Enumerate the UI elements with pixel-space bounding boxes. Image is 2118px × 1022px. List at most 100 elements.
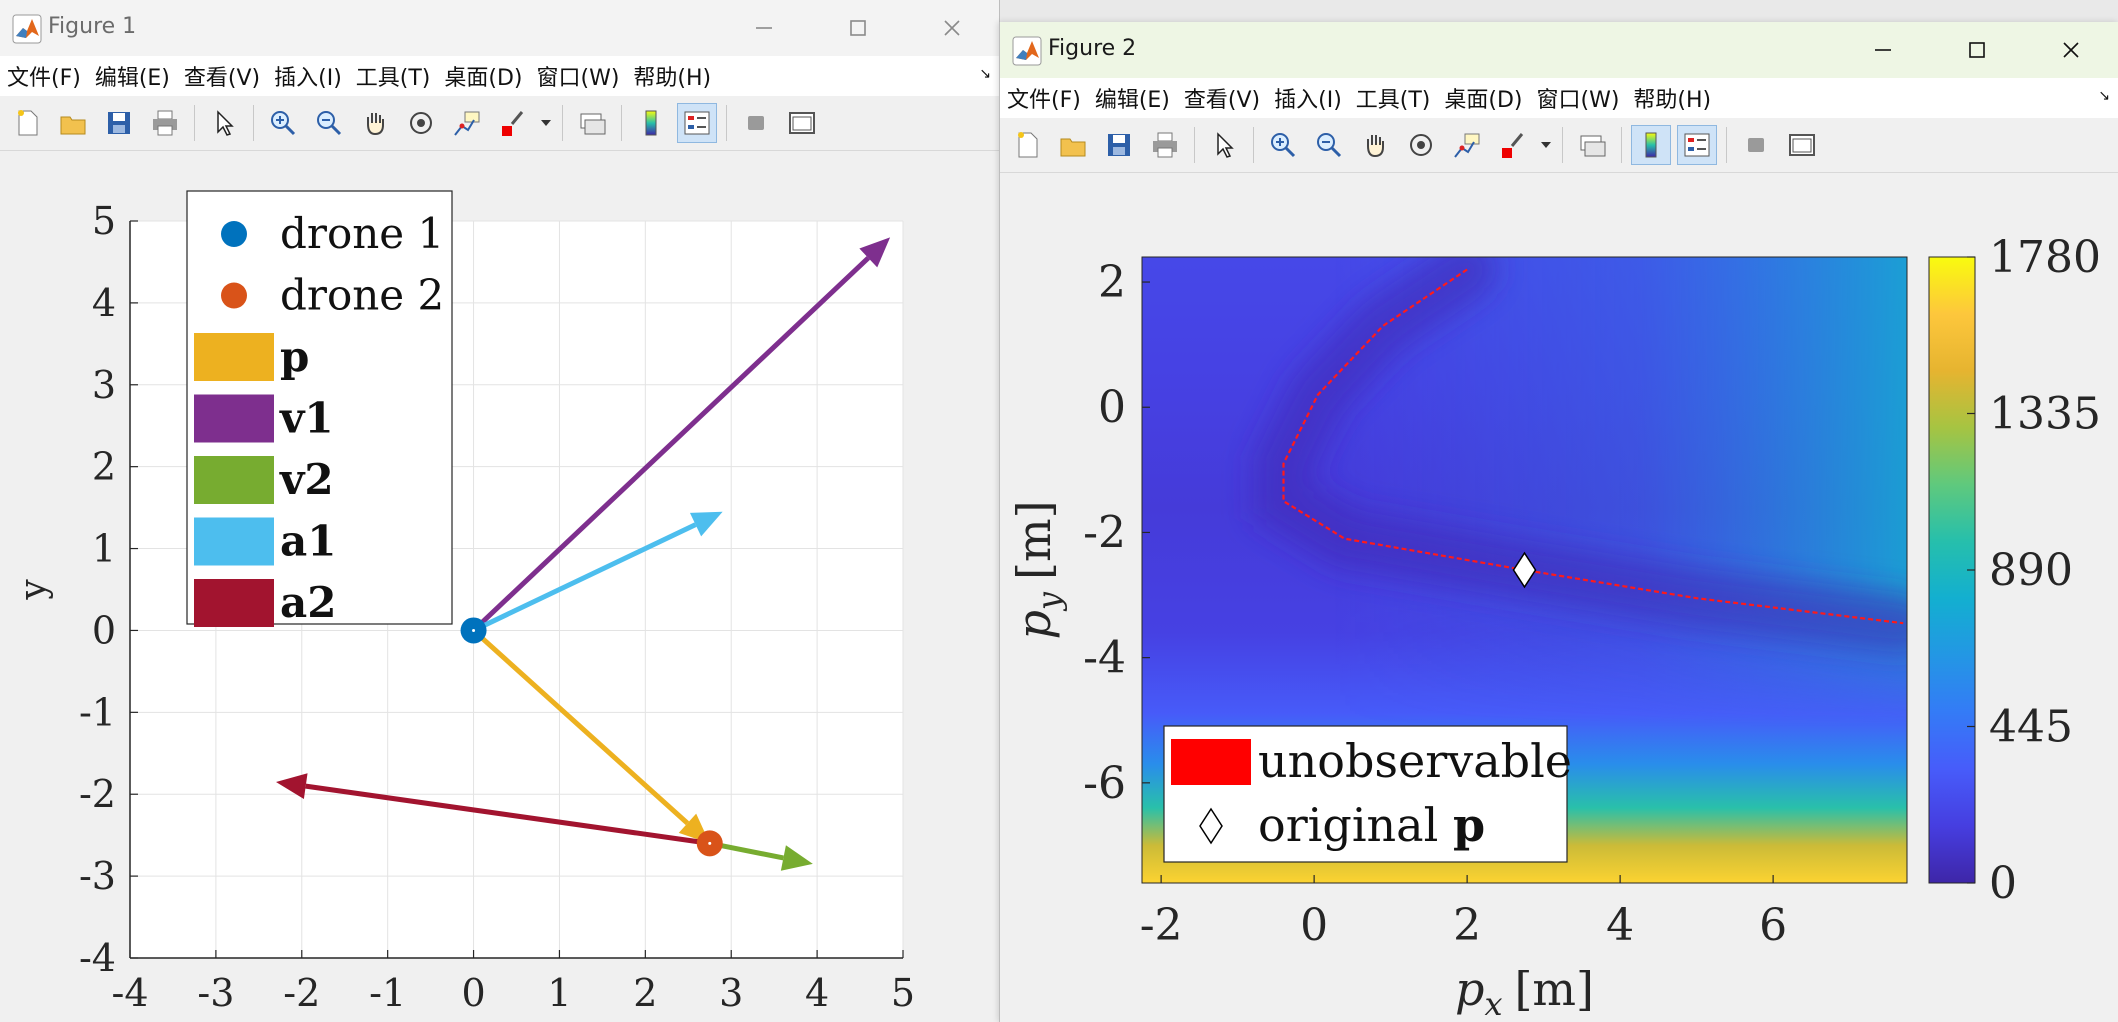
link-plot-button[interactable] <box>572 103 612 143</box>
figure-2-titlebar[interactable]: Figure 2 <box>1000 22 2118 78</box>
minimize-button[interactable] <box>1836 22 1930 78</box>
y-tick-label: -4 <box>1083 633 1126 684</box>
colorbar-tick-label: 890 <box>1989 545 2073 596</box>
printer-icon <box>1153 132 1177 158</box>
rotate-3d-button[interactable] <box>1401 125 1441 165</box>
pan-button[interactable] <box>1355 125 1395 165</box>
brush-dropdown-button[interactable] <box>539 103 553 143</box>
rotate-3d-icon <box>410 112 432 134</box>
print-button[interactable] <box>145 103 185 143</box>
menu-window[interactable]: 窗口(W) <box>1530 82 1627 114</box>
desktop-background <box>998 0 2118 22</box>
caret-down-icon <box>541 120 551 126</box>
menu-edit[interactable]: 编辑(E) <box>1088 82 1177 114</box>
pointer-button[interactable] <box>1204 125 1244 165</box>
show-plot-tools-button[interactable] <box>782 103 822 143</box>
legend-unobservable-swatch <box>1171 739 1251 785</box>
insert-colorbar-button[interactable] <box>631 103 671 143</box>
brush-button[interactable] <box>493 103 533 143</box>
menu-tools[interactable]: 工具(T) <box>1349 82 1438 114</box>
rotate-3d-icon <box>1410 134 1432 156</box>
rotate-3d-button[interactable] <box>401 103 441 143</box>
close-button[interactable] <box>905 0 999 56</box>
new-file-button[interactable] <box>1007 125 1047 165</box>
minimize-button[interactable] <box>717 0 811 56</box>
legend-drone-2-label: drone 2 <box>280 271 444 320</box>
figure-1-chart[interactable]: -4 -3 -2 -1 0 1 2 3 4 5-4-3-2-1012345ydrone 1dron… <box>0 151 999 1022</box>
menu-help[interactable]: 帮助(H) <box>1626 82 1718 114</box>
zoom-out-icon <box>317 111 342 136</box>
dock-arrow-icon[interactable]: ↘ <box>979 66 991 82</box>
close-button[interactable] <box>2024 22 2118 78</box>
menu-view[interactable]: 查看(V) <box>177 60 267 92</box>
menu-insert[interactable]: 插入(I) <box>1267 82 1349 114</box>
dock-arrow-icon[interactable]: ↘ <box>2098 88 2110 104</box>
insert-colorbar-button[interactable] <box>1631 125 1671 165</box>
figure-1-titlebar[interactable]: Figure 1 <box>0 0 999 56</box>
x-tick-label: -1 <box>369 971 406 1015</box>
new-file-button[interactable] <box>7 103 47 143</box>
arrow-pointer-icon <box>217 110 234 136</box>
menu-window[interactable]: 窗口(W) <box>530 60 627 92</box>
x-tick-label: 0 <box>461 971 485 1015</box>
show-plot-tools-button[interactable] <box>1782 125 1822 165</box>
y-tick-label: 2 <box>1098 257 1126 308</box>
drone-2-marker-center <box>708 841 712 845</box>
drone-1-marker-center <box>472 628 476 632</box>
y-tick-label: -6 <box>1083 758 1126 809</box>
print-button[interactable] <box>1145 125 1185 165</box>
zoom-out-button[interactable] <box>309 103 349 143</box>
data-cursor-icon <box>454 111 480 136</box>
figure-2-window: Figure 2 文件(F) 编辑(E) 查看(V) 插入(I) 工具(T) 桌… <box>999 22 2118 1022</box>
save-button[interactable] <box>1099 125 1139 165</box>
y-tick-label: -4 <box>79 936 116 980</box>
data-cursor-button[interactable] <box>1447 125 1487 165</box>
toolbar-separator <box>726 105 727 141</box>
menu-file[interactable]: 文件(F) <box>1000 82 1088 114</box>
link-plot-button[interactable] <box>1572 125 1612 165</box>
zoom-in-button[interactable] <box>1263 125 1303 165</box>
x-tick-label: 0 <box>1300 900 1328 951</box>
menu-file[interactable]: 文件(F) <box>0 60 88 92</box>
matlab-logo-icon <box>1012 36 1042 66</box>
save-icon <box>108 112 130 134</box>
figure-2-chart[interactable]: -2 0 2 4 6 2 0 -2 -4 -6 px [m] py[m] 1780 1335 890 445 0 u… <box>1000 173 2118 1022</box>
menu-desktop[interactable]: 桌面(D) <box>437 60 529 92</box>
y-tick-label: 2 <box>92 445 116 489</box>
menu-edit[interactable]: 编辑(E) <box>88 60 177 92</box>
open-file-button[interactable] <box>53 103 93 143</box>
brush-button[interactable] <box>1493 125 1533 165</box>
legend-a2-swatch <box>194 579 274 627</box>
maximize-button[interactable] <box>811 0 905 56</box>
hide-plot-tools-button[interactable] <box>736 103 776 143</box>
open-file-button[interactable] <box>1053 125 1093 165</box>
brush-dropdown-button[interactable] <box>1539 125 1553 165</box>
menu-desktop[interactable]: 桌面(D) <box>1437 82 1529 114</box>
insert-legend-button[interactable] <box>1677 125 1717 165</box>
insert-legend-button[interactable] <box>677 103 717 143</box>
figure-2-plot-area: -2 0 2 4 6 2 0 -2 -4 -6 px [m] py[m] 1780 1335 890 445 0 u… <box>1000 173 2118 1022</box>
legend-drone-1-label: drone 1 <box>280 209 444 258</box>
menu-tools[interactable]: 工具(T) <box>349 60 438 92</box>
toolbar-separator <box>194 105 195 141</box>
y-axis-label: py[m] <box>1007 500 1068 639</box>
zoom-in-button[interactable] <box>263 103 303 143</box>
menu-help[interactable]: 帮助(H) <box>626 60 718 92</box>
legend-icon <box>684 111 710 135</box>
hide-plot-tools-button[interactable] <box>1736 125 1776 165</box>
pan-button[interactable] <box>355 103 395 143</box>
pointer-button[interactable] <box>204 103 244 143</box>
menu-bar: 文件(F) 编辑(E) 查看(V) 插入(I) 工具(T) 桌面(D) 窗口(W… <box>1000 78 2118 118</box>
save-button[interactable] <box>99 103 139 143</box>
toolbar-separator <box>253 105 254 141</box>
data-cursor-button[interactable] <box>447 103 487 143</box>
maximize-button[interactable] <box>1930 22 2024 78</box>
legend-icon <box>1684 133 1710 157</box>
legend-v2-swatch <box>194 456 274 504</box>
menu-insert[interactable]: 插入(I) <box>267 60 349 92</box>
minimize-icon <box>1875 49 1891 51</box>
menu-view[interactable]: 查看(V) <box>1177 82 1267 114</box>
hand-pan-icon <box>1367 135 1384 158</box>
x-tick-label: -3 <box>197 971 234 1015</box>
zoom-out-button[interactable] <box>1309 125 1349 165</box>
